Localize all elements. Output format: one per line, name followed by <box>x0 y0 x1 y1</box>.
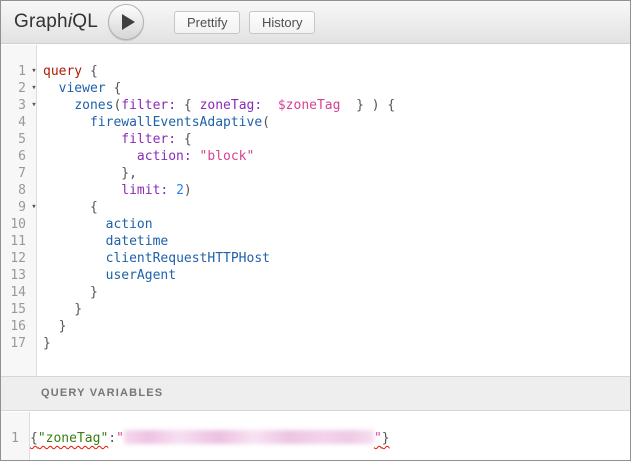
line-number: 13 <box>1 267 26 284</box>
fold-gutter-spacer <box>26 267 42 284</box>
code-content: viewer { <box>42 80 121 97</box>
line-number: 4 <box>1 114 26 131</box>
code-content: firewallEventsAdaptive( <box>42 114 270 131</box>
fold-gutter-spacer <box>26 318 42 335</box>
fold-gutter-spacer <box>26 233 42 250</box>
fold-gutter-spacer <box>26 131 42 148</box>
line-number: 16 <box>1 318 26 335</box>
code-line: 17} <box>1 335 630 352</box>
query-code: 1▾query {2▾ viewer {3▾ zones(filter: { z… <box>1 45 630 352</box>
query-editor[interactable]: 1▾query {2▾ viewer {3▾ zones(filter: { z… <box>1 45 630 376</box>
code-content: } <box>42 284 98 301</box>
code-line: 10 action <box>1 216 630 233</box>
prettify-button[interactable]: Prettify <box>174 11 240 34</box>
line-number: 17 <box>1 335 26 352</box>
line-number: 9 <box>1 199 26 216</box>
code-content: limit: 2) <box>42 182 192 199</box>
fold-gutter-spacer <box>26 165 42 182</box>
fold-gutter-spacer <box>26 216 42 233</box>
graphiql-logo: GraphiQL <box>14 1 98 44</box>
fold-toggle-icon[interactable]: ▾ <box>26 97 42 114</box>
code-content: zones(filter: { zoneTag: $zoneTag } ) { <box>42 97 395 114</box>
code-content: filter: { <box>42 131 192 148</box>
fold-gutter-spacer <box>26 148 42 165</box>
fold-gutter-spacer <box>26 250 42 267</box>
code-line: 11 datetime <box>1 233 630 250</box>
execute-button[interactable] <box>108 4 144 40</box>
line-number: 15 <box>1 301 26 318</box>
history-button[interactable]: History <box>249 11 315 34</box>
query-variables-editor[interactable]: 1{"zoneTag":""} <box>1 412 630 461</box>
line-number: 2 <box>1 80 26 97</box>
line-number: 1 <box>1 430 19 447</box>
line-number: 8 <box>1 182 26 199</box>
code-line: 8 limit: 2) <box>1 182 630 199</box>
graphiql-window: GraphiQL Prettify History 1▾query {2▾ vi… <box>0 0 631 461</box>
line-number: 6 <box>1 148 26 165</box>
fold-toggle-icon[interactable]: ▾ <box>26 199 42 216</box>
code-line: 14 } <box>1 284 630 301</box>
fold-gutter-spacer <box>26 114 42 131</box>
code-line: 9▾ { <box>1 199 630 216</box>
code-line: 6 action: "block" <box>1 148 630 165</box>
query-variables-title-bar[interactable]: QUERY VARIABLES <box>1 376 630 411</box>
fold-gutter-spacer <box>26 182 42 199</box>
code-line: 7 }, <box>1 165 630 182</box>
code-content: userAgent <box>42 267 176 284</box>
code-line: 15 } <box>1 301 630 318</box>
line-number: 5 <box>1 131 26 148</box>
line-number: 1 <box>1 63 26 80</box>
code-line: 1▾query { <box>1 63 630 80</box>
code-line: 2▾ viewer { <box>1 80 630 97</box>
code-content: {"zoneTag":""} <box>19 430 390 447</box>
code-content: datetime <box>42 233 168 250</box>
code-line: 3▾ zones(filter: { zoneTag: $zoneTag } )… <box>1 97 630 114</box>
fold-gutter-spacer <box>26 284 42 301</box>
code-content: { <box>42 199 98 216</box>
line-number: 10 <box>1 216 26 233</box>
code-line: 4 firewallEventsAdaptive( <box>1 114 630 131</box>
fold-gutter-spacer <box>26 301 42 318</box>
code-line: 1{"zoneTag":""} <box>1 430 630 447</box>
variables-code: 1{"zoneTag":""} <box>1 412 630 447</box>
code-content: }, <box>42 165 137 182</box>
code-content: action <box>42 216 153 233</box>
code-line: 16 } <box>1 318 630 335</box>
code-line: 13 userAgent <box>1 267 630 284</box>
line-number: 12 <box>1 250 26 267</box>
line-number: 11 <box>1 233 26 250</box>
code-content: } <box>42 335 51 352</box>
code-content: } <box>42 301 82 318</box>
code-content: query { <box>42 63 98 80</box>
play-icon <box>122 14 135 30</box>
line-number: 7 <box>1 165 26 182</box>
fold-toggle-icon[interactable]: ▾ <box>26 80 42 97</box>
line-number: 3 <box>1 97 26 114</box>
toolbar: GraphiQL Prettify History <box>1 1 630 44</box>
redacted-value <box>124 430 374 444</box>
fold-toggle-icon[interactable]: ▾ <box>26 63 42 80</box>
code-line: 5 filter: { <box>1 131 630 148</box>
code-content: } <box>42 318 66 335</box>
code-line: 12 clientRequestHTTPHost <box>1 250 630 267</box>
fold-gutter-spacer <box>26 335 42 352</box>
code-content: clientRequestHTTPHost <box>42 250 270 267</box>
line-number: 14 <box>1 284 26 301</box>
code-content: action: "block" <box>42 148 254 165</box>
